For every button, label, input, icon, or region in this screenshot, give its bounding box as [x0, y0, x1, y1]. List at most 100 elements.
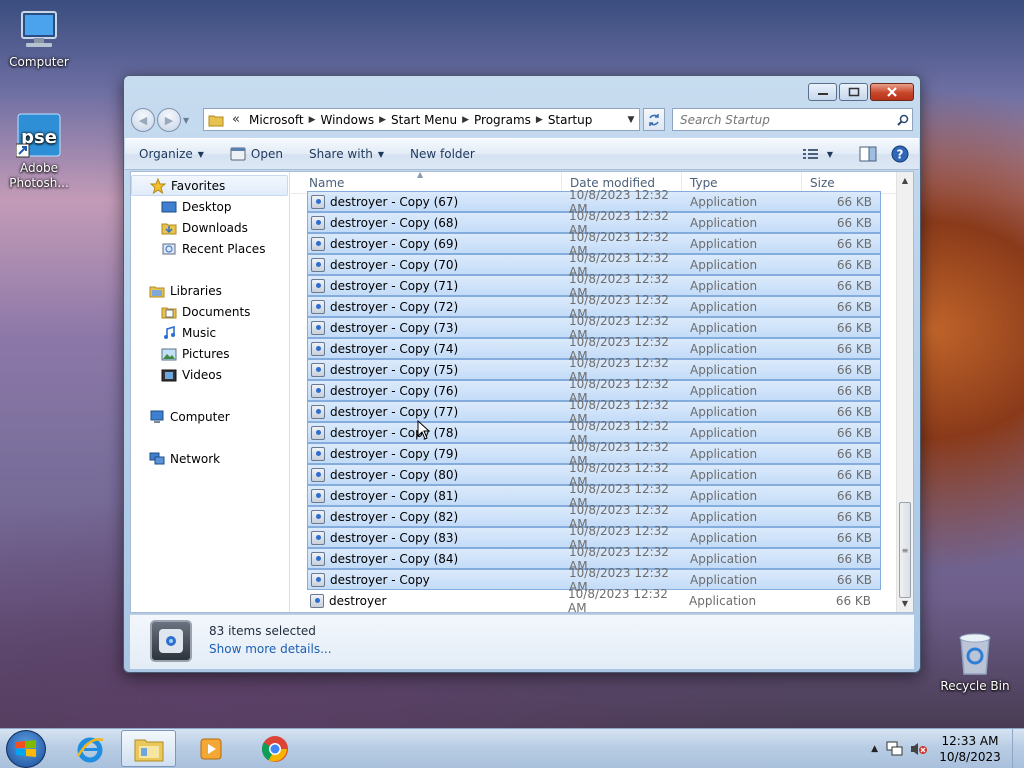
refresh-icon	[649, 113, 659, 126]
address-bar[interactable]: « Microsoft ▶ Windows ▶ Start Menu ▶ Pro…	[203, 108, 640, 131]
file-name-cell: destroyer - Copy (77)	[308, 404, 563, 419]
desktop-icon-computer[interactable]: Computer	[2, 10, 76, 70]
nav-computer[interactable]: Computer	[131, 406, 288, 427]
scroll-up-icon[interactable]: ▲	[897, 172, 913, 189]
nav-network[interactable]: Network	[131, 448, 288, 469]
organize-button[interactable]: Organize ▼	[139, 147, 204, 161]
breadcrumb-separator-icon[interactable]: ▶	[309, 115, 316, 125]
application-icon	[311, 278, 325, 293]
file-name: destroyer - Copy (78)	[330, 425, 459, 440]
videos-icon	[161, 367, 177, 383]
show-hidden-icons[interactable]: ▲	[871, 744, 878, 754]
open-button[interactable]: Open	[230, 147, 283, 161]
preview-pane-icon[interactable]	[859, 146, 877, 162]
file-name: destroyer - Copy (79)	[330, 446, 459, 461]
file-size: 66 KB	[836, 530, 872, 545]
minimize-button[interactable]	[808, 83, 837, 101]
taskbar-windows-explorer[interactable]	[121, 730, 176, 767]
breadcrumb-overflow[interactable]: «	[228, 112, 244, 127]
internet-explorer-icon	[76, 737, 103, 762]
nav-downloads[interactable]: Downloads	[131, 217, 288, 238]
share-with-button[interactable]: Share with ▼	[309, 147, 384, 161]
breadcrumb-start-menu[interactable]: Start Menu	[386, 113, 462, 127]
nav-videos[interactable]: Videos	[131, 364, 288, 385]
application-icon	[311, 446, 325, 461]
new-folder-button[interactable]: New folder	[410, 147, 475, 161]
file-name: destroyer - Copy (82)	[330, 509, 459, 524]
file-type: Application	[690, 488, 758, 503]
file-size: 66 KB	[836, 194, 872, 209]
nav-pictures[interactable]: Pictures	[131, 343, 288, 364]
forward-button[interactable]: ▶	[157, 108, 181, 132]
file-name: destroyer - Copy (80)	[330, 467, 459, 482]
column-size[interactable]: Size	[802, 172, 882, 193]
selection-count: 83 items selected	[209, 624, 316, 638]
taskbar-chrome[interactable]	[247, 730, 302, 767]
network-tray-icon[interactable]	[886, 741, 904, 757]
application-icon	[311, 341, 325, 356]
refresh-button[interactable]	[643, 108, 665, 131]
application-icon	[311, 488, 325, 503]
application-icon	[311, 320, 325, 335]
breadcrumb-separator-icon[interactable]: ▶	[379, 115, 386, 125]
start-button[interactable]	[6, 730, 46, 768]
close-button[interactable]	[870, 83, 914, 101]
search-box[interactable]	[672, 108, 913, 131]
scroll-down-icon[interactable]: ▼	[897, 595, 913, 612]
taskbar-media-player[interactable]	[183, 730, 238, 767]
nav-libraries[interactable]: Libraries	[131, 280, 288, 301]
share-with-label: Share with	[308, 147, 373, 161]
desktop-icon-recycle-bin[interactable]: Recycle Bin	[938, 630, 1012, 694]
file-size: 66 KB	[836, 509, 872, 524]
file-type: Application	[690, 530, 758, 545]
file-name: destroyer - Copy (83)	[330, 530, 459, 545]
help-icon[interactable]: ?	[891, 145, 909, 163]
search-input[interactable]	[680, 112, 894, 127]
history-dropdown-icon[interactable]: ▼	[183, 116, 189, 125]
nav-libraries-label: Libraries	[170, 283, 222, 298]
desktop-icon	[161, 199, 177, 215]
chrome-icon	[261, 735, 288, 762]
address-dropdown-icon[interactable]: ▼	[623, 115, 639, 125]
scroll-thumb[interactable]: ≡	[899, 502, 911, 598]
back-arrow-icon: ◀	[138, 113, 148, 127]
file-name-cell: destroyer - Copy (73)	[308, 320, 563, 335]
maximize-icon	[848, 87, 859, 97]
breadcrumb-separator-icon[interactable]: ▶	[536, 115, 543, 125]
file-type: Application	[690, 320, 758, 335]
column-type[interactable]: Type	[682, 172, 802, 193]
maximize-button[interactable]	[839, 83, 868, 101]
application-icon	[311, 509, 325, 524]
nav-desktop[interactable]: Desktop	[131, 196, 288, 217]
taskbar-internet-explorer[interactable]	[62, 730, 117, 767]
documents-icon	[161, 304, 177, 320]
nav-music[interactable]: Music	[131, 322, 288, 343]
show-more-details-link[interactable]: Show more details...	[209, 642, 332, 656]
vertical-scrollbar[interactable]: ▲ ≡ ▼	[896, 172, 913, 612]
column-name[interactable]: ▲ Name	[291, 172, 562, 193]
content-area: Favorites Desktop Downloads Recent Place…	[130, 171, 914, 613]
breadcrumb-separator-icon[interactable]: ▶	[462, 115, 469, 125]
show-desktop-button[interactable]	[1012, 729, 1024, 768]
search-icon[interactable]	[894, 114, 912, 126]
nav-documents[interactable]: Documents	[131, 301, 288, 322]
application-icon	[311, 551, 325, 566]
back-button[interactable]: ◀	[131, 108, 155, 132]
nav-favorites[interactable]: Favorites	[131, 175, 288, 196]
desktop-icon-photoshop[interactable]: pse Adobe Photosh...	[2, 112, 76, 191]
clock[interactable]: 12:33 AM 10/8/2023	[932, 733, 1008, 765]
nav-recent-places[interactable]: Recent Places	[131, 238, 288, 259]
file-type: Application	[690, 257, 758, 272]
file-type: Application	[690, 362, 758, 377]
file-name-cell: destroyer - Copy (83)	[308, 530, 563, 545]
breadcrumb-microsoft[interactable]: Microsoft	[244, 113, 309, 127]
breadcrumb-windows[interactable]: Windows	[316, 113, 380, 127]
volume-muted-icon[interactable]	[910, 741, 928, 757]
nav-downloads-label: Downloads	[182, 220, 248, 235]
file-row[interactable]: destroyer 10/8/2023 12:32 AM Application 66…	[307, 587, 881, 612]
change-view-button[interactable]: ▼	[802, 148, 833, 160]
chevron-down-icon[interactable]: ▼	[827, 150, 833, 159]
clock-date: 10/8/2023	[939, 750, 1001, 764]
breadcrumb-programs[interactable]: Programs	[469, 113, 536, 127]
breadcrumb-startup[interactable]: Startup	[543, 113, 598, 127]
